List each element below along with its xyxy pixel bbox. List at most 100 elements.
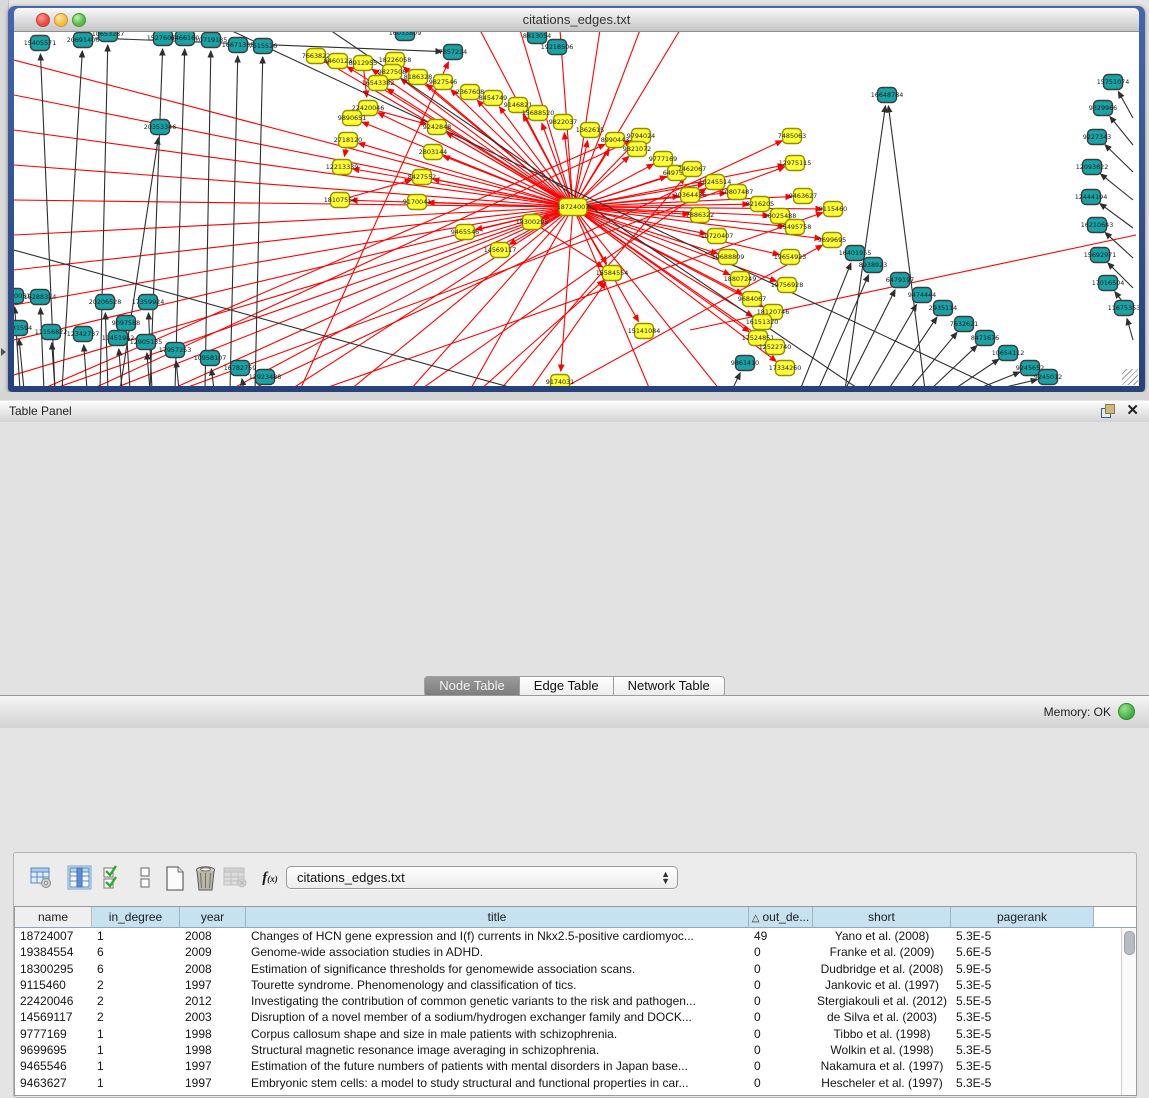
float-panel-icon[interactable] — [1101, 404, 1115, 418]
cell-year[interactable]: 1997 — [180, 977, 246, 993]
graph-edge[interactable] — [573, 32, 640, 207]
graph-edge[interactable] — [175, 49, 185, 386]
cell-year[interactable]: 2012 — [180, 993, 246, 1009]
graph-edge[interactable] — [480, 280, 604, 386]
cell-out_de[interactable]: 0 — [749, 977, 813, 993]
network-graph[interactable]: 1872400715405571206914061065328715276072… — [14, 32, 1139, 386]
cell-short[interactable]: Franke et al. (2009) — [813, 944, 951, 960]
cell-title[interactable]: Investigating the contribution of common… — [246, 993, 749, 1009]
tab-edge-table[interactable]: Edge Table — [520, 676, 614, 697]
delete-column-icon[interactable] — [192, 865, 218, 893]
table-mode-icon[interactable] — [28, 865, 54, 893]
select-all-icon[interactable] — [100, 865, 126, 893]
cell-year[interactable]: 2008 — [180, 928, 246, 944]
table-row[interactable]: 946362711997Embryonic stem cells: a mode… — [15, 1075, 1136, 1091]
table-scrollbar[interactable] — [1121, 928, 1136, 1095]
new-column-icon[interactable] — [162, 865, 188, 893]
network-canvas[interactable]: 1872400715405571206914061065328715276072… — [14, 32, 1139, 386]
graph-edge[interactable] — [1127, 319, 1133, 340]
cell-out_de[interactable]: 0 — [749, 1075, 813, 1091]
graph-edge[interactable] — [14, 207, 573, 270]
graph-edge[interactable] — [888, 317, 937, 386]
cell-name[interactable]: 18724007 — [15, 928, 92, 944]
cell-name[interactable]: 9465546 — [15, 1058, 92, 1074]
cell-year[interactable]: 1998 — [180, 1026, 246, 1042]
cell-out_de[interactable]: 49 — [749, 928, 813, 944]
cell-in_degree[interactable]: 1 — [92, 1075, 180, 1091]
table-row[interactable]: 946554611997Estimation of the future num… — [15, 1058, 1136, 1074]
cell-out_de[interactable]: 0 — [749, 1026, 813, 1042]
table-row[interactable]: 2242004622012Investigating the contribut… — [15, 993, 1136, 1009]
cell-pagerank[interactable]: 5.3E-5 — [951, 1042, 1094, 1058]
cell-pagerank[interactable]: 5.3E-5 — [951, 928, 1094, 944]
cell-short[interactable]: Jankovic et al. (1997) — [813, 977, 951, 993]
graph-edge[interactable] — [14, 207, 573, 305]
cell-in_degree[interactable]: 6 — [92, 961, 180, 977]
table-row[interactable]: 1456911722003Disruption of a novel membe… — [15, 1009, 1136, 1025]
graph-edge[interactable] — [14, 207, 573, 235]
show-columns-icon[interactable] — [66, 865, 92, 893]
column-header-name[interactable]: name — [15, 907, 92, 928]
tab-network-table[interactable]: Network Table — [614, 676, 725, 697]
function-builder-icon[interactable]: f(x) — [257, 870, 283, 898]
resize-grip-icon[interactable] — [1122, 369, 1138, 385]
cell-in_degree[interactable]: 1 — [92, 1026, 180, 1042]
graph-edge[interactable] — [930, 346, 977, 386]
cell-name[interactable]: 9115460 — [15, 977, 92, 993]
panel-collapse-handle[interactable] — [1, 348, 6, 356]
table-chooser-dropdown[interactable]: citations_edges.txt ▲▼ — [286, 866, 678, 889]
graph-edge[interactable] — [530, 282, 606, 386]
table-row[interactable]: 1938455462009Genome-wide association stu… — [15, 944, 1136, 960]
cell-year[interactable]: 1998 — [180, 1042, 246, 1058]
graph-edge[interactable] — [818, 275, 869, 386]
cell-name[interactable]: 22420046 — [15, 993, 92, 1009]
cell-short[interactable]: Dudbridge et al. (2008) — [813, 961, 951, 977]
graph-edge[interactable] — [14, 207, 573, 375]
cell-out_de[interactable]: 0 — [749, 1058, 813, 1074]
graph-edge[interactable] — [84, 345, 87, 386]
cell-out_de[interactable]: 0 — [749, 961, 813, 977]
deselect-all-icon[interactable] — [132, 865, 158, 893]
delete-table-icon[interactable] — [222, 865, 248, 893]
graph-edge[interactable] — [1110, 117, 1133, 145]
cell-pagerank[interactable]: 5.6E-5 — [951, 944, 1094, 960]
graph-edge[interactable] — [105, 313, 108, 386]
graph-edge[interactable] — [867, 305, 916, 386]
cell-title[interactable]: Structural magnetic resonance image aver… — [246, 1042, 749, 1058]
cell-out_de[interactable]: 0 — [749, 1042, 813, 1058]
cell-year[interactable]: 2003 — [180, 1009, 246, 1025]
cell-title[interactable]: Corpus callosum shape and size in male p… — [246, 1026, 749, 1042]
cell-title[interactable]: Estimation of the future numbers of pati… — [246, 1058, 749, 1074]
cell-name[interactable]: 9777169 — [15, 1026, 92, 1042]
column-header-title[interactable]: title — [246, 907, 749, 928]
cell-in_degree[interactable]: 6 — [92, 944, 180, 960]
cell-out_de[interactable]: 0 — [749, 944, 813, 960]
table-row[interactable]: 911546021997Tourette syndrome. Phenomeno… — [15, 977, 1136, 993]
cell-in_degree[interactable]: 2 — [92, 977, 180, 993]
table-row[interactable]: 1872400712008Changes of HCN gene express… — [15, 928, 1136, 944]
cell-title[interactable]: Disruption of a novel member of a sodium… — [246, 1009, 749, 1025]
graph-edge[interactable] — [230, 207, 573, 386]
graph-edge[interactable] — [147, 353, 150, 386]
cell-year[interactable]: 2009 — [180, 944, 246, 960]
cell-name[interactable]: 9463627 — [15, 1075, 92, 1091]
cell-title[interactable]: Tourette syndrome. Phenomenology and cla… — [246, 977, 749, 993]
tab-node-table[interactable]: Node Table — [424, 676, 520, 697]
column-header-in_degree[interactable]: in_degree — [92, 907, 180, 928]
cell-year[interactable]: 2008 — [180, 961, 246, 977]
cell-in_degree[interactable]: 1 — [92, 1058, 180, 1074]
cell-title[interactable]: Embryonic stem cells: a model to study s… — [246, 1075, 749, 1091]
cell-short[interactable]: Tibbo et al. (1998) — [813, 1026, 951, 1042]
graph-edge[interactable] — [255, 57, 263, 386]
cell-pagerank[interactable]: 5.5E-5 — [951, 993, 1094, 1009]
graph-edge[interactable] — [1105, 145, 1133, 172]
graph-edge[interactable] — [14, 60, 573, 207]
graph-edge[interactable] — [40, 308, 44, 386]
column-header-pagerank[interactable]: pagerank — [951, 907, 1094, 928]
graph-edge[interactable] — [573, 32, 680, 207]
cell-pagerank[interactable]: 5.9E-5 — [951, 961, 1094, 977]
cell-pagerank[interactable]: 5.3E-5 — [951, 1026, 1094, 1042]
cell-pagerank[interactable]: 5.3E-5 — [951, 1009, 1094, 1025]
column-header-short[interactable]: short — [813, 907, 951, 928]
cell-short[interactable]: Stergiakouli et al. (2012) — [813, 993, 951, 1009]
